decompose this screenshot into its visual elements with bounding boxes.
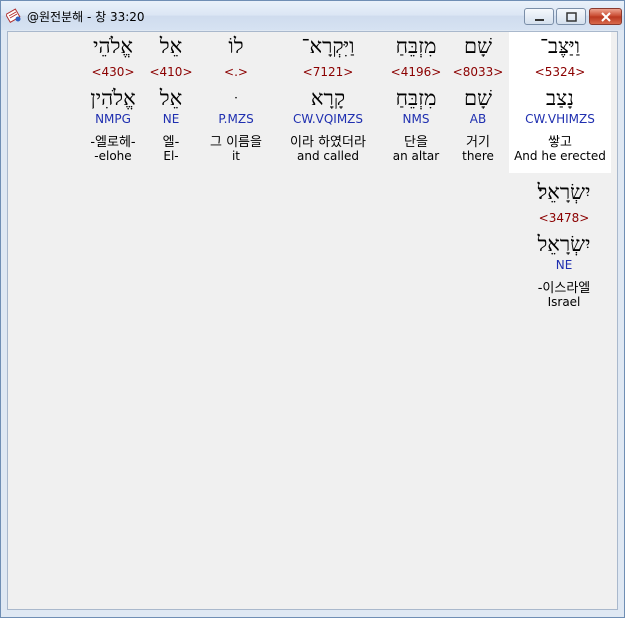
hebrew-word: יִשְׂרָאֵל׃	[537, 180, 591, 204]
english-gloss: and called	[296, 149, 359, 163]
korean-gloss: 이라 하였더라	[290, 135, 366, 150]
korean-gloss: 단을	[404, 135, 428, 150]
minimize-button[interactable]	[524, 8, 554, 25]
minimize-icon	[535, 19, 544, 21]
app-icon[interactable]	[5, 7, 22, 24]
app-window: @원전분해 - 창 33:20 וַיַּצֶּב־ <5324> נָצַב …	[0, 0, 625, 618]
hebrew-lemma: קָרָא	[310, 86, 346, 110]
maximize-icon	[566, 12, 577, 22]
maximize-button[interactable]	[556, 8, 586, 25]
parsing-code: NE	[555, 258, 573, 272]
korean-gloss: -엘로헤-	[90, 135, 136, 150]
strong-number[interactable]: <430>	[63, 65, 163, 79]
hebrew-lemma: אֱלֹהִין	[90, 86, 136, 110]
window-title: @원전분해 - 창 33:20	[27, 10, 145, 24]
strong-number[interactable]: <3478>	[514, 211, 614, 225]
close-button[interactable]	[589, 8, 622, 25]
status-bar	[1, 610, 624, 617]
strong-number[interactable]: <4196>	[366, 65, 466, 79]
parsing-code: NMS	[402, 112, 430, 126]
hebrew-word: וַיִּקְרָא־	[301, 34, 355, 58]
parsing-code: NMPG	[95, 112, 131, 126]
hebrew-word: אֱלֹהֵי	[92, 34, 133, 58]
parsing-code: CW.VQIMZS	[292, 112, 364, 126]
hebrew-lemma: מִזְבֵּחַ	[395, 86, 437, 110]
english-gloss: -elohe	[94, 149, 132, 163]
title-bar[interactable]: @원전분해 - 창 33:20	[1, 1, 624, 30]
korean-gloss: -이스라엘	[537, 281, 591, 296]
strong-number[interactable]: <7121>	[278, 65, 378, 79]
interlinear-panel[interactable]: וַיַּצֶּב־ <5324> נָצַב CW.VHIMZS 쌓고 And…	[7, 31, 618, 610]
hebrew-lemma: יִשְׂרָאֵל	[537, 232, 591, 256]
english-gloss: Israel	[547, 295, 581, 309]
english-gloss: an altar	[392, 149, 440, 163]
close-icon	[601, 12, 611, 22]
hebrew-word: מִזְבֵּחַ	[395, 34, 437, 58]
